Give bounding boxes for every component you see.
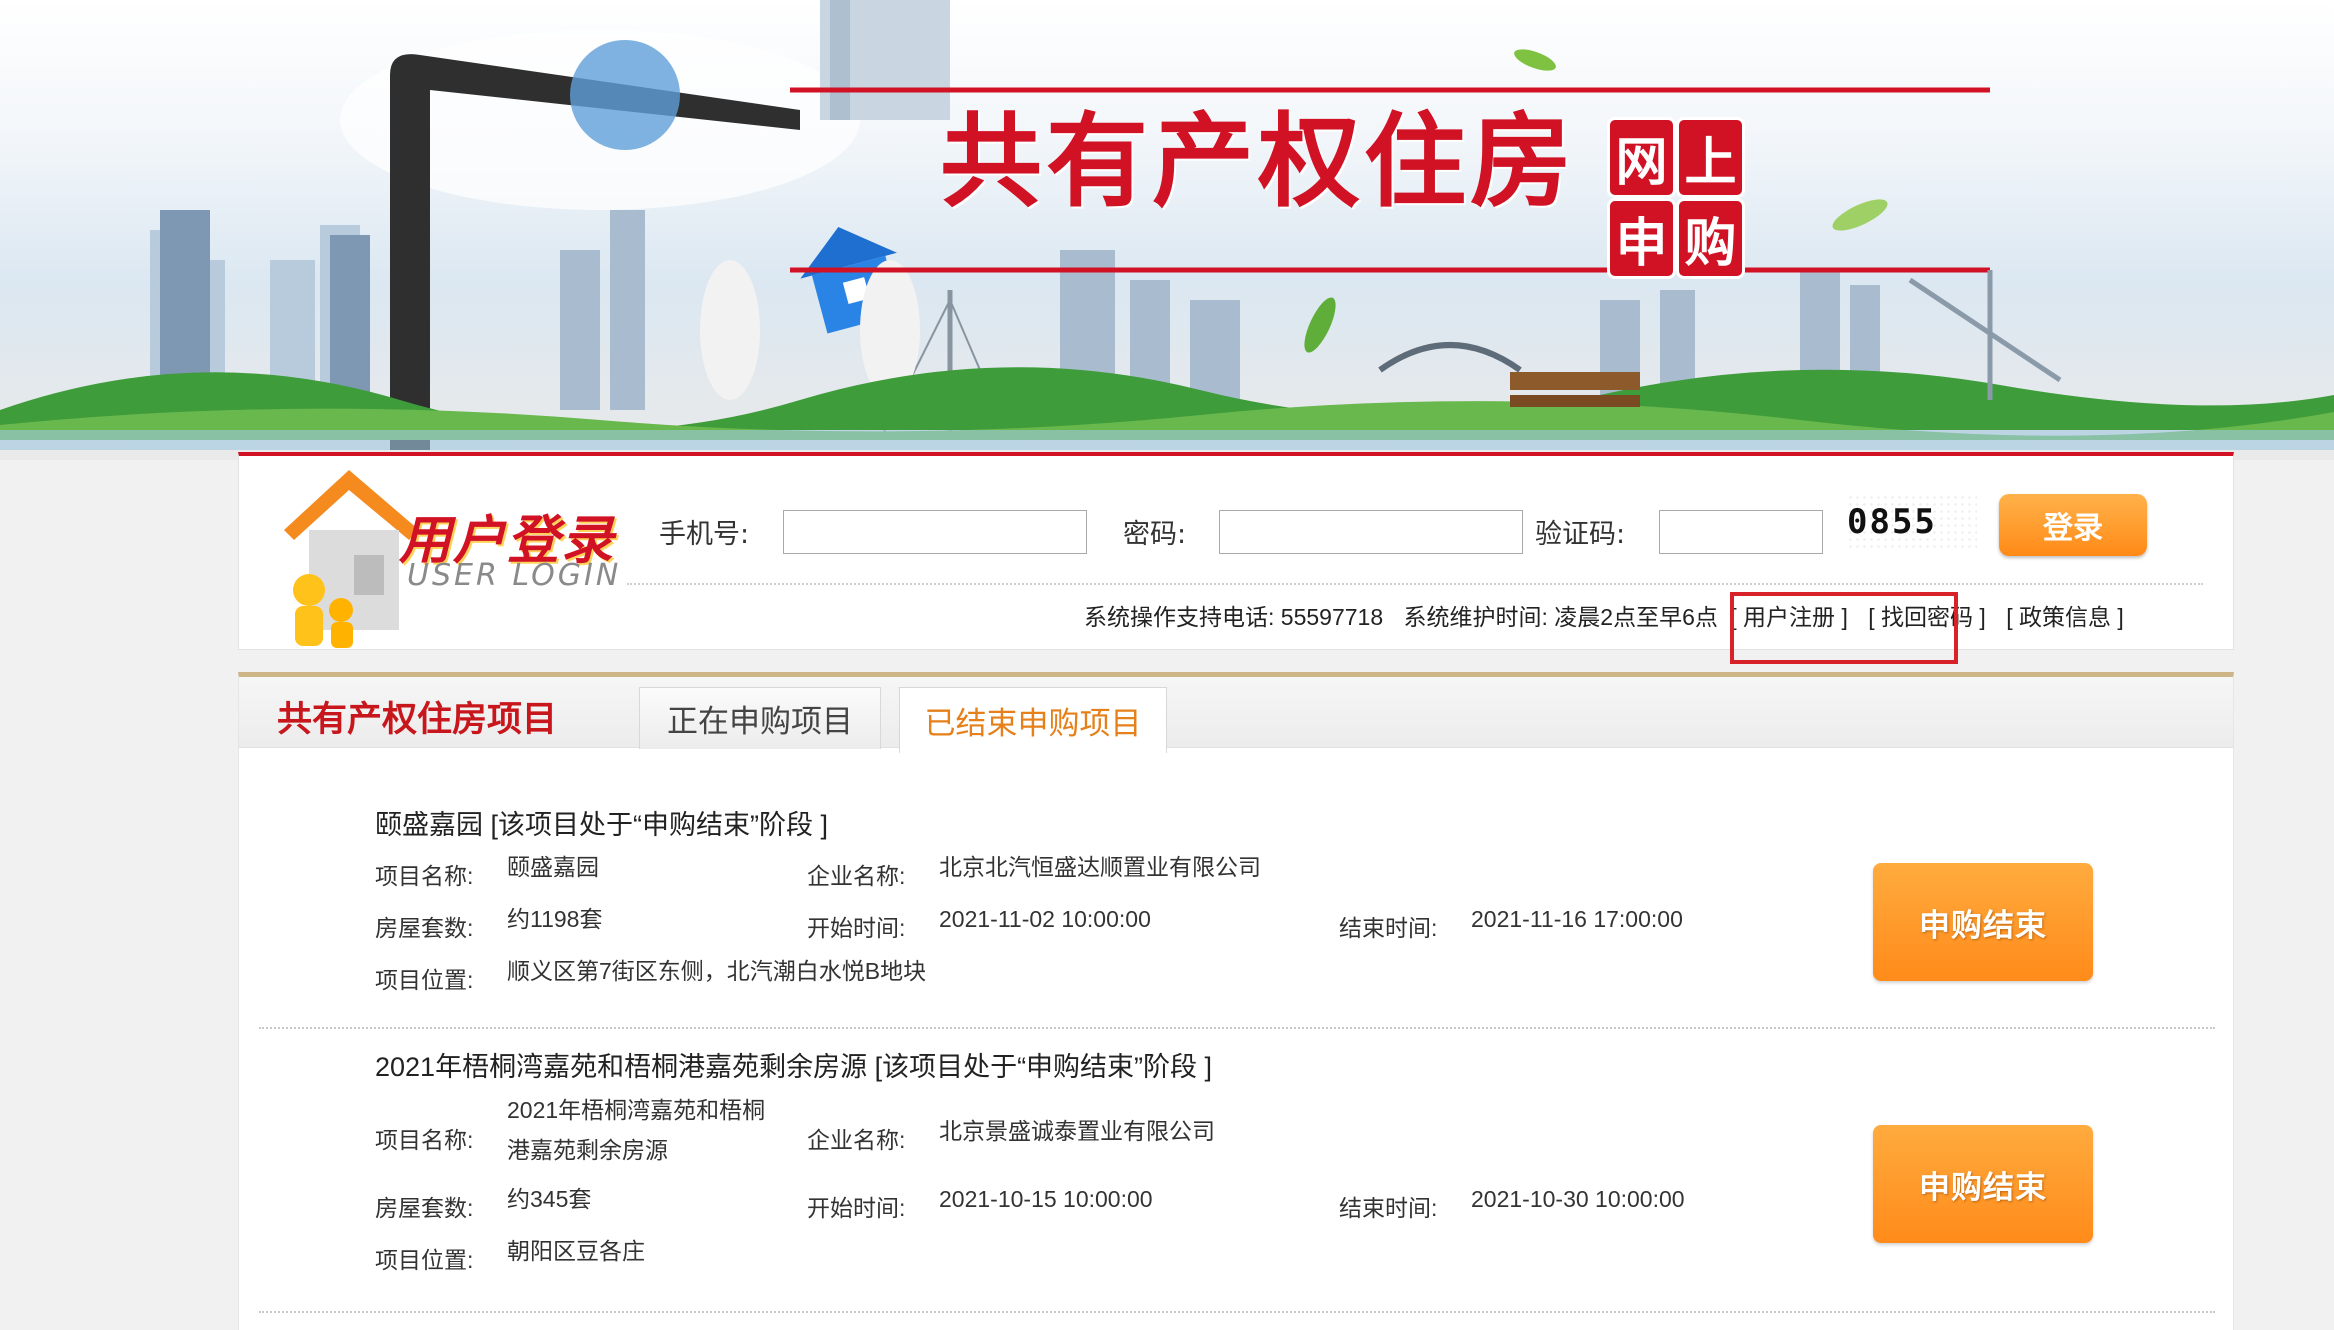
units-value: 约345套 [507,1186,592,1212]
location-value: 朝阳区豆各庄 [507,1238,645,1264]
seal-char: 网 [1607,117,1676,198]
status-button[interactable]: 申购结束 [1873,863,2093,981]
end-time: 2021-11-16 17:00:00 [1471,906,1683,932]
seal-char: 申 [1607,198,1676,279]
captcha-label: 验证码: [1535,519,1626,550]
status-button[interactable]: 申购结束 [1873,1125,2093,1243]
banner-illustration [0,0,2334,451]
password-label: 密码: [1123,519,1187,550]
highlight-box [1730,592,1958,664]
login-logo-subtitle: USER LOGIN [407,558,622,593]
tabs-bar: 共有产权住房项目 正在申购项目 已结束申购项目 [239,677,2233,753]
captcha-code: 0855 [1847,502,1937,542]
project-title[interactable]: 2021年梧桐湾嘉苑和梧桐港嘉苑剩余房源 [该项目处于“申购结束”阶段 ] [375,1045,1212,1084]
seal-char: 购 [1676,198,1745,279]
tab-ongoing[interactable]: 正在申购项目 [639,687,881,749]
project-separator [259,1311,2215,1313]
start-time: 2021-11-02 10:00:00 [939,906,1151,932]
start-label: 开始时间: [807,915,906,941]
policy-info-link[interactable]: [ 政策信息 ] [2006,604,2124,630]
seal-char: 上 [1676,117,1745,198]
phone-label: 手机号: [659,519,750,550]
maintenance-time: 系统维护时间: 凌晨2点至早6点 [1403,604,1718,630]
project-title[interactable]: 颐盛嘉园 [该项目处于“申购结束”阶段 ] [375,803,828,842]
units-label: 房屋套数: [375,1195,474,1221]
project-separator [259,1027,2215,1029]
units-label: 房屋套数: [375,915,474,941]
banner-title: 共有产权住房 [940,103,1576,222]
end-label: 结束时间: [1339,1195,1438,1221]
tab-ended[interactable]: 已结束申购项目 [899,687,1167,753]
projects-section: 共有产权住房项目 正在申购项目 已结束申购项目 颐盛嘉园 [该项目处于“申购结束… [238,672,2234,1330]
company-name: 北京景盛诚泰置业有限公司 [939,1118,1215,1144]
location-label: 项目位置: [375,1247,474,1273]
captcha-image[interactable]: 0855 [1847,494,1977,550]
support-phone: 系统操作支持电话: 55597718 [1084,604,1384,630]
location-label: 项目位置: [375,967,474,993]
password-input[interactable] [1219,510,1523,554]
section-title: 共有产权住房项目 [277,700,558,740]
location-value: 顺义区第7街区东侧，北汽潮白水悦B地块 [507,958,927,984]
name-label: 项目名称: [375,1127,474,1153]
project-name: 颐盛嘉园 [507,854,599,880]
company-name: 北京北汽恒盛达顺置业有限公司 [939,854,1261,880]
banner-seal: 网 上 申 购 [1607,117,1745,279]
project-name-line: 2021年梧桐湾嘉苑和梧桐 [507,1097,766,1123]
end-time: 2021-10-30 10:00:00 [1471,1186,1685,1212]
units-value: 约1198套 [507,906,603,932]
name-label: 项目名称: [375,863,474,889]
phone-input[interactable] [783,510,1087,554]
company-label: 企业名称: [807,1127,906,1153]
login-info-line: 系统操作支持电话: 55597718 系统维护时间: 凌晨2点至早6点 [ 用户… [1084,598,2138,632]
start-label: 开始时间: [807,1195,906,1221]
company-label: 企业名称: [807,863,906,889]
captcha-input[interactable] [1659,510,1823,554]
login-divider [627,583,2203,585]
end-label: 结束时间: [1339,915,1438,941]
project-name-line: 港嘉苑剩余房源 [507,1137,668,1163]
start-time: 2021-10-15 10:00:00 [939,1186,1153,1212]
login-button[interactable]: 登录 [1999,494,2147,556]
header-banner: 共有产权住房 网 上 申 购 [0,0,2334,460]
